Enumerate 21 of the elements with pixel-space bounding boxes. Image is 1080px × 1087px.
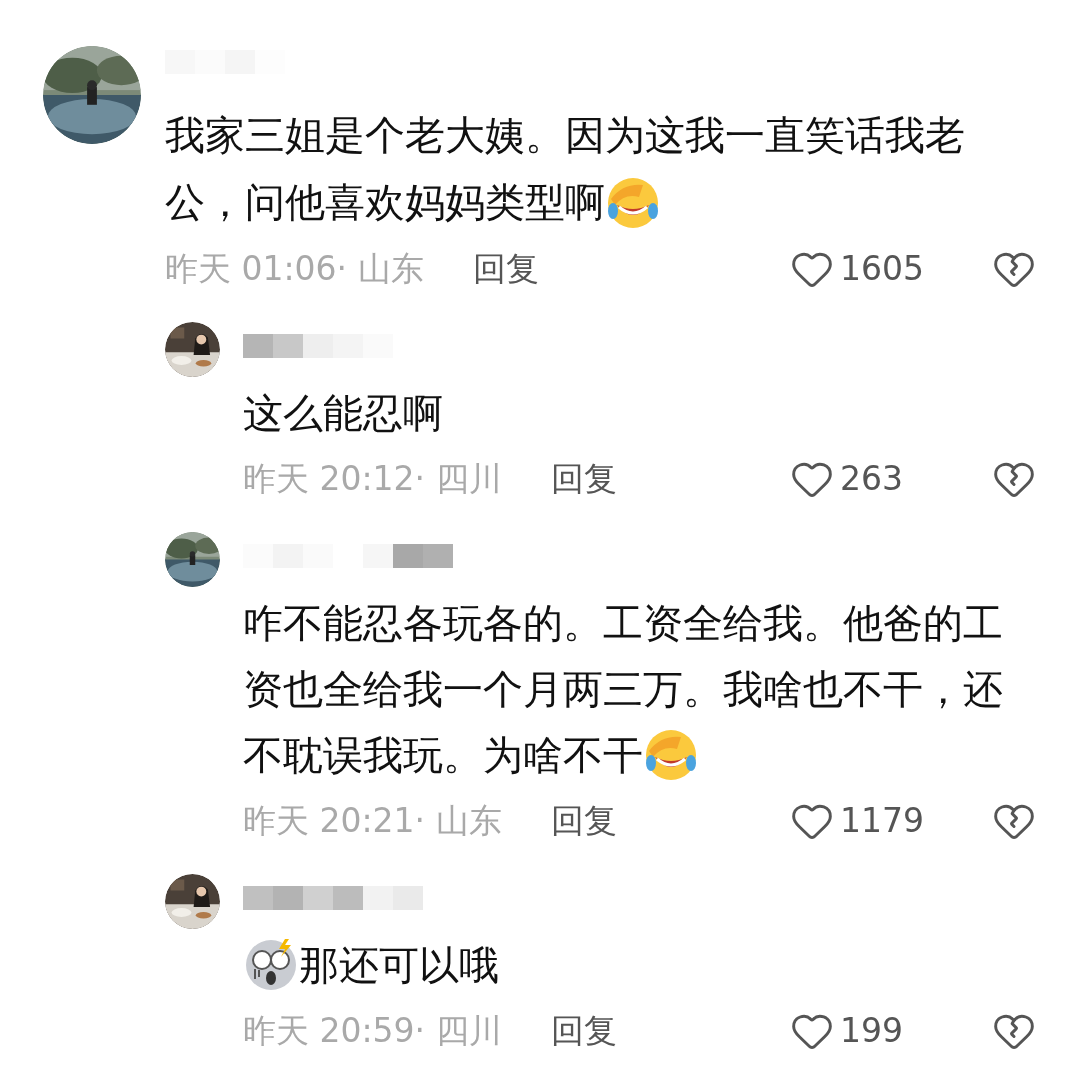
screaming-face-icon — [243, 937, 299, 993]
comment-time-location: 昨天 20:59· 四川 — [243, 1010, 503, 1053]
reply-link[interactable]: 回复 — [551, 1006, 617, 1056]
comment-time-location: 昨天 01:06· 山东 — [165, 248, 425, 291]
comment-text: 不耽误我玩。为啥不干 — [243, 731, 643, 780]
comment-text: 那还可以哦 — [299, 941, 499, 990]
comment-text: 咋不能忍各玩各的。工资全给我。他爸的工 — [243, 599, 1003, 648]
comment-time-location: 昨天 20:12· 四川 — [243, 458, 503, 501]
laughing-face-icon — [643, 727, 699, 783]
comment-text: 公，问他喜欢妈妈类型啊 — [165, 178, 605, 227]
reply-link[interactable]: 回复 — [551, 796, 617, 846]
reply-link[interactable]: 回复 — [473, 244, 539, 294]
like-count: 263 — [840, 458, 904, 501]
comment-text: 资也全给我一个月两三万。我啥也不干，还 — [243, 665, 1003, 714]
like-count: 1179 — [840, 800, 925, 843]
comment-text: 这么能忍啊 — [243, 389, 443, 438]
reply-link[interactable]: 回复 — [551, 454, 617, 504]
like-count: 199 — [840, 1010, 904, 1053]
like-count: 1605 — [840, 248, 925, 291]
comment-text: 我家三姐是个老大姨。因为这我一直笑话我老 — [165, 111, 965, 160]
comment-time-location: 昨天 20:21· 山东 — [243, 800, 503, 843]
